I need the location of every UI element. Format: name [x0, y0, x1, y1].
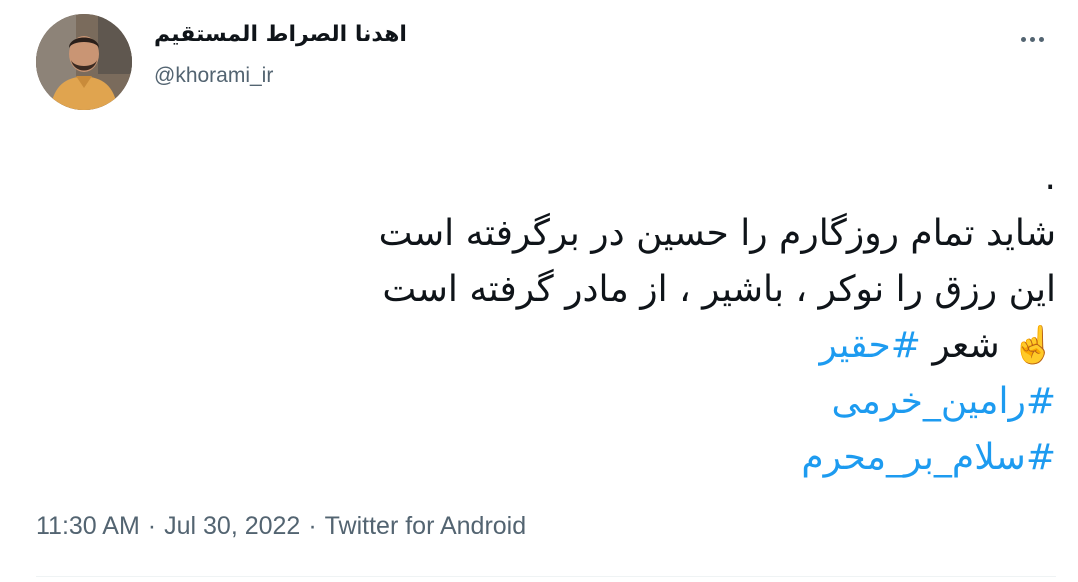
- hashtag-link[interactable]: #حقیر: [820, 325, 921, 366]
- pointing-up-emoji-icon: ☝️: [1011, 325, 1056, 366]
- tweet-line: این رزق را نوکر ، باشیر ، از مادر گرفته …: [382, 269, 1056, 310]
- more-icon-dot: [1020, 36, 1026, 42]
- tweet-line-hashtag: #سلام_بر_محرم: [56, 430, 1056, 486]
- more-icon-dot: [1038, 36, 1044, 42]
- display-name[interactable]: اهدنا الصراط المستقیم: [154, 22, 407, 47]
- user-handle[interactable]: @khorami_ir: [154, 64, 273, 88]
- tweet-meta: 11:30 AM · Jul 30, 2022 · Twitter for Androi…: [36, 512, 526, 541]
- meta-separator: ·: [308, 512, 317, 540]
- tweet-word: شعر: [932, 325, 1000, 366]
- more-options-button[interactable]: [1010, 22, 1054, 56]
- hashtag-link[interactable]: #سلام_بر_محرم: [801, 437, 1056, 478]
- profile-photo-icon: [36, 14, 132, 110]
- tweet-card: اهدنا الصراط المستقیم @khorami_ir . شاید…: [0, 0, 1078, 582]
- more-icon-dot: [1029, 36, 1035, 42]
- tweet-source[interactable]: Twitter for Android: [325, 512, 526, 540]
- tweet-line-hashtag: ☝️ شعر #حقیر: [56, 318, 1057, 374]
- tweet-line: شاید تمام روزگارم را حسین در برگرفته است: [378, 213, 1056, 254]
- hashtag-link[interactable]: #رامین_خرمی: [831, 381, 1056, 422]
- tweet-line: .: [1044, 157, 1056, 198]
- tweet-line-hashtag: #رامین_خرمی: [56, 374, 1056, 430]
- divider: [36, 576, 1056, 577]
- meta-separator: ·: [147, 512, 157, 540]
- tweet-text: . شاید تمام روزگارم را حسین در برگرفته ا…: [56, 150, 1056, 486]
- avatar[interactable]: [36, 14, 132, 110]
- tweet-date[interactable]: Jul 30, 2022: [164, 512, 300, 540]
- tweet-time[interactable]: 11:30 AM: [36, 512, 140, 540]
